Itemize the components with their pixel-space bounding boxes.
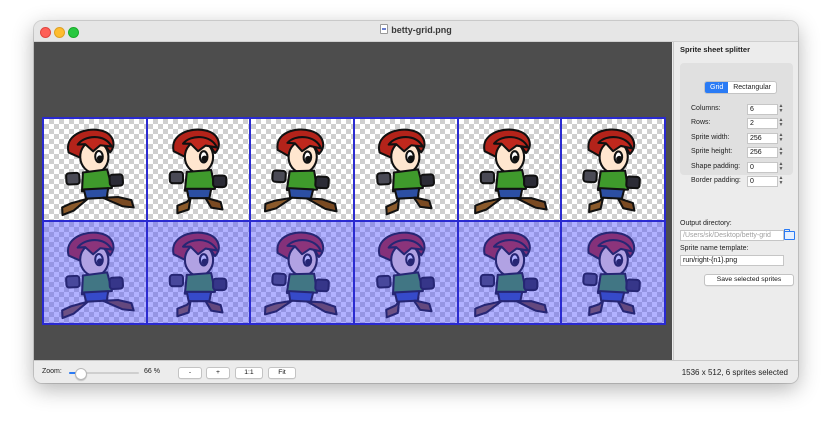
sprite-image bbox=[61, 128, 135, 217]
shape-padding-field[interactable]: 0 bbox=[747, 162, 778, 173]
rows-field[interactable]: 2 bbox=[747, 118, 778, 129]
shape-padding-label: Shape padding: bbox=[691, 163, 741, 170]
border-padding-row: Border padding: 0 ▲ ▼ bbox=[691, 176, 793, 187]
status-text: 1536 x 512, 6 sprites selected bbox=[681, 368, 788, 377]
status-bar: Zoom: 66 % - + 1:1 Fit 1536 x 512, 6 spr… bbox=[34, 360, 798, 383]
zoom-in-button[interactable]: + bbox=[206, 367, 230, 379]
output-directory-field[interactable]: /Users/sk/Desktop/betty-grid bbox=[680, 230, 784, 241]
sprite-image bbox=[61, 231, 135, 320]
sprite-width-stepper-icon[interactable]: ▲ ▼ bbox=[778, 133, 784, 143]
sprite-width-row: Sprite width: 256 ▲ ▼ bbox=[691, 133, 793, 144]
sprite-height-row: Sprite height: 256 ▲ ▼ bbox=[691, 147, 793, 158]
sprite-cell[interactable] bbox=[457, 221, 562, 324]
border-padding-field[interactable]: 0 bbox=[747, 176, 778, 187]
sprite-image bbox=[473, 128, 548, 215]
sprite-cell[interactable] bbox=[457, 118, 562, 221]
zoom-slider[interactable] bbox=[69, 368, 139, 380]
mode-rectangular-tab[interactable]: Rectangular bbox=[728, 82, 776, 93]
zoom-label: Zoom: bbox=[42, 368, 62, 375]
rows-label: Rows: bbox=[691, 119, 711, 126]
sprite-image bbox=[582, 128, 642, 214]
rows-row: Rows: 2 ▲ ▼ bbox=[691, 118, 793, 129]
app-window: betty-grid.png Sprite sheet splitter Gri… bbox=[34, 21, 798, 383]
zoom-out-button[interactable]: - bbox=[178, 367, 202, 379]
splitter-panel: Sprite sheet splitter Grid Rectangular C… bbox=[673, 42, 798, 360]
border-padding-label: Border padding: bbox=[691, 177, 741, 184]
window-title: betty-grid.png bbox=[34, 24, 798, 35]
sprite-image bbox=[264, 231, 338, 316]
sprite-width-label: Sprite width: bbox=[691, 134, 730, 141]
mode-grid-tab[interactable]: Grid bbox=[705, 82, 729, 93]
actual-size-button[interactable]: 1:1 bbox=[235, 367, 263, 379]
sprite-cell[interactable] bbox=[353, 221, 458, 324]
sprite-cell[interactable] bbox=[353, 118, 458, 221]
shape-padding-row: Shape padding: 0 ▲ ▼ bbox=[691, 162, 793, 173]
sprite-image bbox=[473, 231, 548, 318]
fit-button[interactable]: Fit bbox=[268, 367, 296, 379]
name-template-label: Sprite name template: bbox=[680, 245, 749, 252]
save-selected-sprites-button[interactable]: Save selected sprites bbox=[704, 274, 794, 286]
rows-stepper-icon[interactable]: ▲ ▼ bbox=[778, 118, 784, 128]
mode-segmented-control: Grid Rectangular bbox=[704, 81, 777, 94]
sprite-cell[interactable] bbox=[561, 221, 665, 324]
columns-row: Columns: 6 ▲ ▼ bbox=[691, 104, 793, 115]
sprite-image bbox=[376, 231, 435, 319]
sprite-cell[interactable] bbox=[561, 118, 665, 221]
shape-padding-stepper-icon[interactable]: ▲ ▼ bbox=[778, 162, 784, 172]
output-directory-label: Output directory: bbox=[680, 220, 732, 227]
sprite-image bbox=[376, 128, 435, 216]
sprite-width-field[interactable]: 256 bbox=[747, 133, 778, 144]
sprite-height-field[interactable]: 256 bbox=[747, 147, 778, 158]
title-bar: betty-grid.png bbox=[34, 21, 798, 42]
sprite-height-label: Sprite height: bbox=[691, 148, 733, 155]
sprite-image bbox=[264, 128, 338, 213]
sprite-image bbox=[168, 231, 227, 318]
sprite-sheet[interactable] bbox=[42, 117, 666, 325]
panel-title: Sprite sheet splitter bbox=[680, 45, 751, 54]
zoom-value: 66 % bbox=[144, 368, 160, 375]
sprite-cell[interactable] bbox=[43, 221, 147, 324]
sprite-canvas[interactable] bbox=[34, 42, 672, 360]
zoom-slider-knob[interactable] bbox=[75, 368, 87, 380]
sprite-cell[interactable] bbox=[146, 118, 251, 221]
name-template-field[interactable]: run/right-{n1}.png bbox=[680, 255, 784, 266]
sprite-image bbox=[168, 128, 227, 215]
sprite-height-stepper-icon[interactable]: ▲ ▼ bbox=[778, 147, 784, 157]
border-padding-stepper-icon[interactable]: ▲ ▼ bbox=[778, 176, 784, 186]
sprite-cell[interactable] bbox=[43, 118, 147, 221]
columns-stepper-icon[interactable]: ▲ ▼ bbox=[778, 104, 784, 114]
columns-label: Columns: bbox=[691, 105, 721, 112]
sprite-cell[interactable] bbox=[146, 221, 251, 324]
window-title-text: betty-grid.png bbox=[391, 25, 452, 35]
folder-icon[interactable] bbox=[784, 229, 795, 240]
document-icon bbox=[380, 24, 389, 34]
sprite-cell[interactable] bbox=[250, 118, 354, 221]
columns-field[interactable]: 6 bbox=[747, 104, 778, 115]
sprite-cell[interactable] bbox=[250, 221, 354, 324]
sprite-image bbox=[582, 231, 642, 317]
